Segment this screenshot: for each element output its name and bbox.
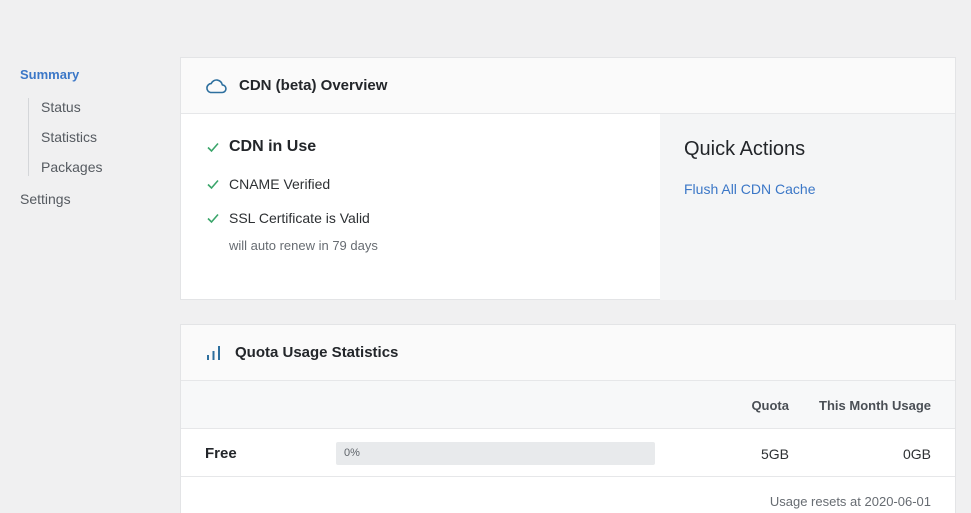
check-icon [205, 176, 221, 192]
quota-value: 5GB [760, 446, 789, 462]
page: Summary Status Statistics Packages Setti… [0, 0, 971, 513]
usage-column-header: This Month Usage [819, 398, 931, 413]
sidebar-item-status[interactable]: Status [41, 98, 170, 116]
check-icon [205, 210, 221, 226]
quick-actions-panel: Quick Actions Flush All CDN Cache [660, 114, 955, 300]
usage-value: 0GB [902, 446, 931, 462]
check-icon [205, 139, 221, 155]
plan-name: Free [205, 445, 237, 462]
usage-reset-note: Usage resets at 2020-06-01 [769, 494, 931, 509]
quota-usage-header: Quota Usage Statistics [181, 325, 955, 381]
sidebar-subnav: Status Statistics Packages [28, 98, 170, 176]
cdn-overview-card: CDN (beta) Overview CDN in Use CNAME Ver… [180, 57, 956, 300]
cdn-status-panel: CDN in Use CNAME Verified SSL Certificat… [181, 114, 660, 300]
sidebar-item-summary[interactable]: Summary [20, 66, 170, 84]
cdn-overview-header: CDN (beta) Overview [181, 58, 955, 114]
sidebar-item-settings[interactable]: Settings [20, 190, 170, 208]
bar-chart-icon [205, 345, 223, 361]
quota-column-header: Quota [751, 398, 789, 413]
flush-cache-link[interactable]: Flush All CDN Cache [684, 181, 816, 197]
cloud-icon [205, 78, 227, 94]
quota-footer: Usage resets at 2020-06-01 [181, 477, 955, 513]
cdn-overview-title: CDN (beta) Overview [239, 77, 388, 94]
sidebar-item-statistics[interactable]: Statistics [41, 128, 170, 146]
sidebar: Summary Status Statistics Packages Setti… [20, 66, 170, 208]
quota-usage-card: Quota Usage Statistics Quota This Month … [180, 324, 956, 513]
quota-table-header: Quota This Month Usage [181, 381, 955, 429]
ssl-valid-row: SSL Certificate is Valid [205, 210, 660, 226]
ssl-valid-label: SSL Certificate is Valid [229, 210, 370, 226]
usage-progress-label: 0% [344, 447, 360, 459]
cdn-in-use-row: CDN in Use [205, 138, 660, 156]
quota-usage-title: Quota Usage Statistics [235, 344, 399, 361]
table-row: Free 0% 5GB 0GB [181, 429, 955, 477]
usage-progress-bar: 0% [336, 442, 655, 465]
quick-actions-title: Quick Actions [684, 138, 806, 160]
ssl-renew-note: will auto renew in 79 days [229, 238, 378, 253]
cname-verified-row: CNAME Verified [205, 176, 660, 192]
cdn-in-use-label: CDN in Use [229, 138, 317, 155]
sidebar-item-packages[interactable]: Packages [41, 158, 170, 176]
cname-verified-label: CNAME Verified [229, 176, 331, 192]
